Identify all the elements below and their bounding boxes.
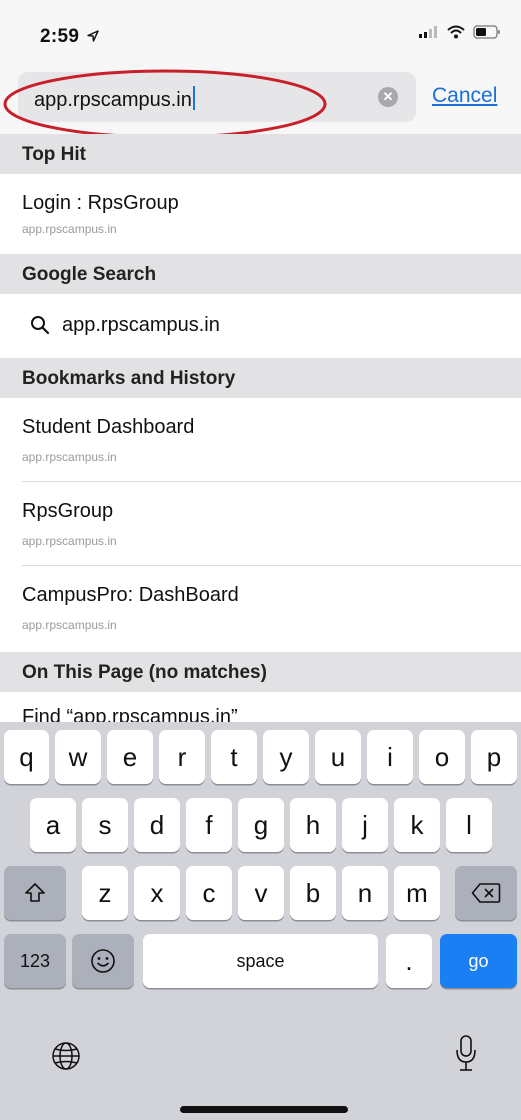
google-search-item[interactable]: app.rpscampus.in: [0, 294, 521, 356]
key-p[interactable]: p: [471, 730, 517, 784]
result-title: RpsGroup: [22, 500, 114, 522]
key-d[interactable]: d: [134, 798, 180, 852]
shift-arrow-icon: [25, 883, 45, 902]
section-title: Google Search: [22, 264, 157, 285]
emoji-key[interactable]: [72, 934, 134, 988]
result-title: Student Dashboard: [22, 416, 195, 438]
key-a[interactable]: a: [30, 798, 76, 852]
result-url: app.rpscampus.in: [22, 222, 117, 236]
emoji-icon: [91, 949, 115, 973]
key-m[interactable]: m: [394, 866, 440, 920]
wifi-icon: [447, 25, 465, 39]
key-h[interactable]: h: [290, 798, 336, 852]
key-v[interactable]: v: [238, 866, 284, 920]
search-icon: [31, 316, 50, 335]
key-j[interactable]: j: [342, 798, 388, 852]
bookmark-item[interactable]: Student Dashboard app.rpscampus.in: [0, 398, 521, 482]
key-b[interactable]: b: [290, 866, 336, 920]
key-x[interactable]: x: [134, 866, 180, 920]
result-title: Login : RpsGroup: [22, 192, 179, 214]
section-header-on-this-page: On This Page (no matches): [0, 652, 521, 692]
key-r[interactable]: r: [159, 730, 205, 784]
space-key[interactable]: space: [143, 934, 378, 988]
key-o[interactable]: o: [419, 730, 465, 784]
backspace-icon: [471, 883, 501, 903]
clock-text: 2:59: [40, 26, 80, 47]
result-url: app.rpscampus.in: [22, 534, 117, 548]
search-header: app.rpscampus.in ✕ Cancel: [0, 62, 521, 140]
section-title: Bookmarks and History: [22, 368, 236, 389]
location-arrow-icon: [87, 30, 99, 42]
result-title: CampusPro: DashBoard: [22, 584, 239, 606]
key-l[interactable]: l: [446, 798, 492, 852]
key-g[interactable]: g: [238, 798, 284, 852]
globe-icon[interactable]: [50, 1040, 82, 1072]
bookmark-item[interactable]: RpsGroup app.rpscampus.in: [0, 482, 521, 566]
section-header-top-hit: Top Hit: [0, 134, 521, 174]
go-key[interactable]: go: [440, 934, 517, 988]
microphone-icon[interactable]: [454, 1034, 478, 1074]
key-t[interactable]: t: [211, 730, 257, 784]
key-n[interactable]: n: [342, 866, 388, 920]
key-k[interactable]: k: [394, 798, 440, 852]
key-u[interactable]: u: [315, 730, 361, 784]
text-caret: [192, 86, 195, 110]
shift-key[interactable]: [4, 866, 66, 920]
status-time: 2:59: [40, 26, 99, 48]
battery-icon: [473, 25, 500, 39]
key-w[interactable]: w: [55, 730, 101, 784]
result-url: app.rpscampus.in: [22, 450, 117, 464]
section-title: On This Page (no matches): [22, 662, 267, 683]
address-input-text[interactable]: app.rpscampus.in: [34, 86, 195, 112]
key-s[interactable]: s: [82, 798, 128, 852]
bookmark-item[interactable]: CampusPro: DashBoard app.rpscampus.in: [0, 566, 521, 650]
status-icons: [419, 25, 501, 39]
home-indicator: [180, 1106, 348, 1113]
status-bar: 2:59: [0, 0, 521, 62]
section-title: Top Hit: [22, 144, 87, 165]
key-c[interactable]: c: [186, 866, 232, 920]
result-url: app.rpscampus.in: [22, 618, 117, 632]
keyboard: q w e r t y u i o p a s d f g h j k l z …: [0, 722, 521, 1120]
key-e[interactable]: e: [107, 730, 153, 784]
key-f[interactable]: f: [186, 798, 232, 852]
period-key[interactable]: .: [386, 934, 432, 988]
key-z[interactable]: z: [82, 866, 128, 920]
top-hit-item[interactable]: Login : RpsGroup app.rpscampus.in: [0, 174, 521, 252]
google-search-query: app.rpscampus.in: [62, 314, 220, 336]
section-header-google-search: Google Search: [0, 254, 521, 294]
signal-icon: [419, 26, 437, 38]
section-header-bookmarks-history: Bookmarks and History: [0, 358, 521, 398]
cancel-button[interactable]: Cancel: [432, 84, 497, 108]
key-y[interactable]: y: [263, 730, 309, 784]
numbers-key[interactable]: 123: [4, 934, 66, 988]
clear-icon[interactable]: ✕: [378, 87, 398, 107]
key-i[interactable]: i: [367, 730, 413, 784]
key-q[interactable]: q: [4, 730, 49, 784]
address-bar[interactable]: app.rpscampus.in ✕: [18, 72, 416, 122]
delete-key[interactable]: [455, 866, 517, 920]
